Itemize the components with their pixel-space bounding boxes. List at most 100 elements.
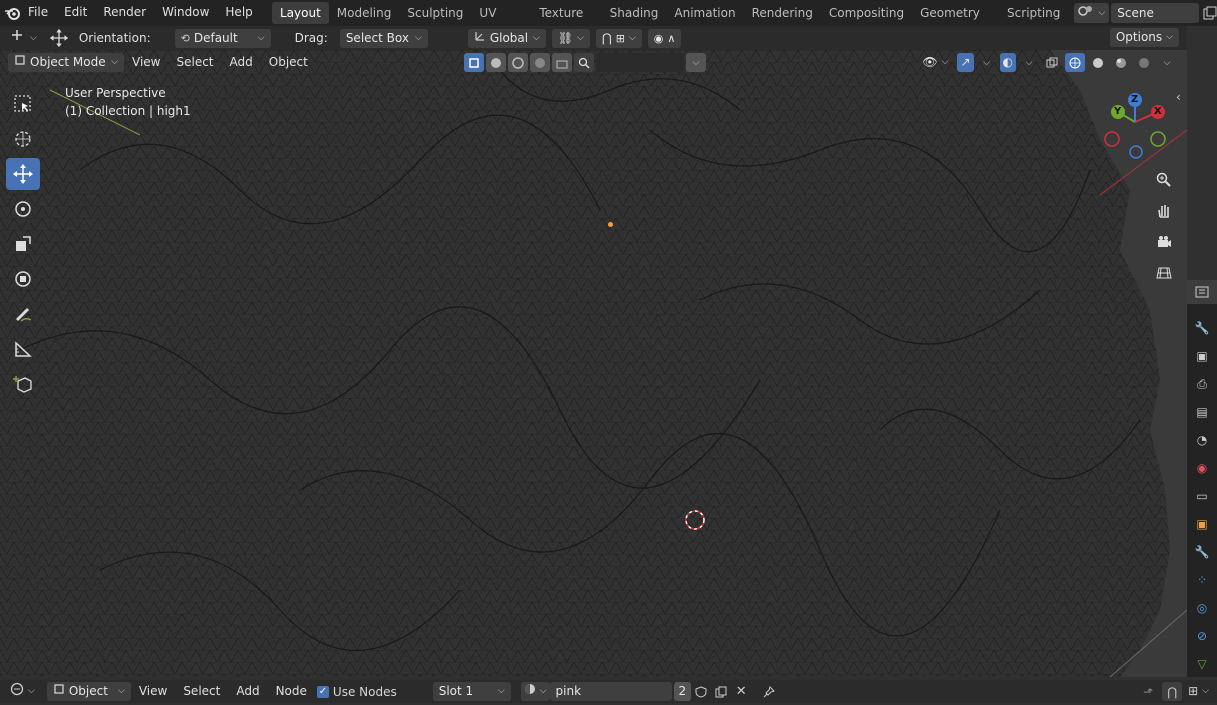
tab-scripting[interactable]: Scripting (999, 2, 1068, 24)
shading-dropdown-icon[interactable]: ⌵ (1157, 53, 1177, 72)
select-mode-set-icon[interactable] (464, 53, 484, 72)
material-name-field[interactable]: pink (549, 682, 672, 701)
filter-dropdown-icon[interactable]: ⌵ (686, 53, 706, 72)
duplicate-material-icon[interactable] (711, 682, 731, 701)
annotate-icon[interactable] (6, 298, 40, 330)
orientation-dropdown[interactable]: ⟲ Default ⌵ (174, 28, 271, 48)
editor-type-dropdown[interactable]: ⌵ (4, 682, 41, 701)
use-nodes-toggle[interactable]: ✓ Use Nodes (316, 685, 397, 699)
snap-mode-dropdown[interactable]: ⊞ ⌵ (1186, 682, 1211, 701)
node-menu-node[interactable]: Node (268, 679, 315, 705)
cursor-icon[interactable] (6, 123, 40, 155)
gizmo-toggle[interactable]: ↗ (957, 53, 974, 72)
move-gizmo-icon[interactable] (49, 28, 69, 48)
solid-shading-icon[interactable] (1088, 53, 1108, 72)
material-browse-button[interactable]: ⌵ (520, 682, 550, 701)
scale-icon[interactable] (6, 228, 40, 260)
scene-name-field[interactable]: Scene (1111, 3, 1199, 23)
blender-logo-icon[interactable] (4, 4, 20, 23)
menu-render[interactable]: Render (95, 0, 154, 26)
menu-help[interactable]: Help (217, 0, 260, 26)
object-icon[interactable]: ▣ (1187, 510, 1217, 538)
properties-editor-icon[interactable] (1187, 280, 1217, 304)
visibility-dropdown[interactable]: 👁 ⌵ (916, 53, 954, 72)
drag-dropdown[interactable]: Select Box ⌵ (339, 28, 428, 48)
snap-magnet-icon[interactable]: ⋂ (1162, 682, 1183, 701)
menu-window[interactable]: Window (154, 0, 217, 26)
viewport-menu-object[interactable]: Object (261, 50, 316, 76)
viewport-menu-add[interactable]: Add (222, 50, 261, 76)
3d-viewport[interactable] (0, 50, 1187, 677)
wireframe-shading-icon[interactable] (1065, 53, 1085, 72)
tool-settings-button[interactable]: ⌵ (4, 29, 43, 48)
tab-rendering[interactable]: Rendering (744, 2, 821, 24)
shader-type-dropdown[interactable]: Object ⌵ (46, 682, 131, 701)
overlay-toggle[interactable]: ◐ (999, 53, 1016, 72)
select-mode-subtract-icon[interactable] (508, 53, 528, 72)
tab-uv-editing[interactable]: UV Editing (471, 2, 531, 42)
viewport-menu-select[interactable]: Select (168, 50, 221, 76)
parent-node-tree-icon[interactable]: ⬏ (1138, 682, 1158, 701)
tab-texture-paint[interactable]: Texture Paint (531, 2, 601, 42)
sidebar-toggle-icon[interactable]: ‹ (1176, 90, 1181, 104)
tab-animation[interactable]: Animation (666, 2, 743, 24)
render-icon[interactable]: ▣ (1187, 342, 1217, 370)
select-box-icon[interactable] (6, 88, 40, 120)
scene-selector-button[interactable]: ⌵ (1074, 3, 1110, 23)
node-menu-select[interactable]: Select (175, 679, 228, 705)
xray-toggle-icon[interactable] (1042, 53, 1062, 72)
measure-icon[interactable] (6, 333, 40, 365)
add-cube-icon[interactable] (6, 368, 40, 400)
3d-cursor-icon[interactable] (684, 509, 705, 530)
tab-layout[interactable]: Layout (271, 2, 329, 24)
material-shading-icon[interactable] (1111, 53, 1131, 72)
node-menu-add[interactable]: Add (228, 679, 267, 705)
fake-user-shield-icon[interactable] (691, 682, 711, 701)
gizmo-dropdown-icon[interactable]: ⌵ (977, 53, 997, 72)
tab-geometry-nodes[interactable]: Geometry Nodes (912, 2, 999, 42)
rendered-shading-icon[interactable] (1134, 53, 1154, 72)
options-dropdown[interactable]: Options ⌵ (1109, 28, 1179, 47)
rotate-icon[interactable] (6, 193, 40, 225)
select-mode-invert-icon[interactable] (530, 53, 550, 72)
grid-ortho-icon[interactable] (1151, 260, 1177, 286)
tab-modeling[interactable]: Modeling (329, 2, 400, 24)
search-icon[interactable] (574, 53, 594, 72)
particles-icon[interactable]: ⁘ (1187, 566, 1217, 594)
transform-orientation-dropdown[interactable]: Global ⌵ (467, 28, 546, 48)
tab-sculpting[interactable]: Sculpting (399, 2, 471, 24)
snap-toggle[interactable]: ⋂ ⊞ ⌵ (595, 28, 642, 48)
menu-edit[interactable]: Edit (56, 0, 95, 26)
view-layer-icon[interactable]: ▤ (1187, 398, 1217, 426)
world-icon[interactable]: ◉ (1187, 454, 1217, 482)
camera-icon[interactable] (1151, 229, 1177, 255)
overlay-dropdown-icon[interactable]: ⌵ (1019, 53, 1039, 72)
tab-compositing[interactable]: Compositing (821, 2, 912, 24)
physics-icon[interactable]: ◎ (1187, 594, 1217, 622)
navigation-gizmo[interactable]: X Y Z (1100, 90, 1170, 160)
tab-shading[interactable]: Shading (602, 2, 667, 24)
modifier-icon[interactable]: 🔧 (1187, 538, 1217, 566)
scene-icon[interactable]: ◔ (1187, 426, 1217, 454)
checkbox-icon[interactable]: ✓ (316, 685, 329, 698)
transform-icon[interactable] (6, 263, 40, 295)
unlink-close-icon[interactable]: ✕ (731, 682, 751, 701)
move-icon[interactable] (6, 158, 40, 190)
menu-file[interactable]: File (20, 0, 56, 26)
proportional-edit-toggle[interactable]: ◉ ∧ (647, 28, 682, 48)
pivot-point-dropdown[interactable]: ⛓ ⌵ (551, 28, 590, 48)
select-mode-extend-icon[interactable] (486, 53, 506, 72)
mode-dropdown[interactable]: Object Mode ⌵ (8, 53, 124, 72)
new-scene-icon[interactable] (1203, 4, 1217, 23)
node-menu-view[interactable]: View (131, 679, 175, 705)
slot-dropdown[interactable]: Slot 1 ⌵ (432, 682, 511, 701)
tool-icon[interactable]: 🔧 (1187, 314, 1217, 342)
viewport-search-input[interactable] (596, 53, 684, 72)
pin-icon[interactable] (759, 682, 779, 701)
viewport-menu-view[interactable]: View (124, 50, 168, 76)
zoom-icon[interactable] (1151, 167, 1177, 193)
constraints-icon[interactable]: ⊘ (1187, 622, 1217, 650)
output-icon[interactable]: ⎙ (1187, 370, 1217, 398)
select-mode-intersect-icon[interactable] (552, 53, 572, 72)
user-count-badge[interactable]: 2 (673, 682, 692, 701)
